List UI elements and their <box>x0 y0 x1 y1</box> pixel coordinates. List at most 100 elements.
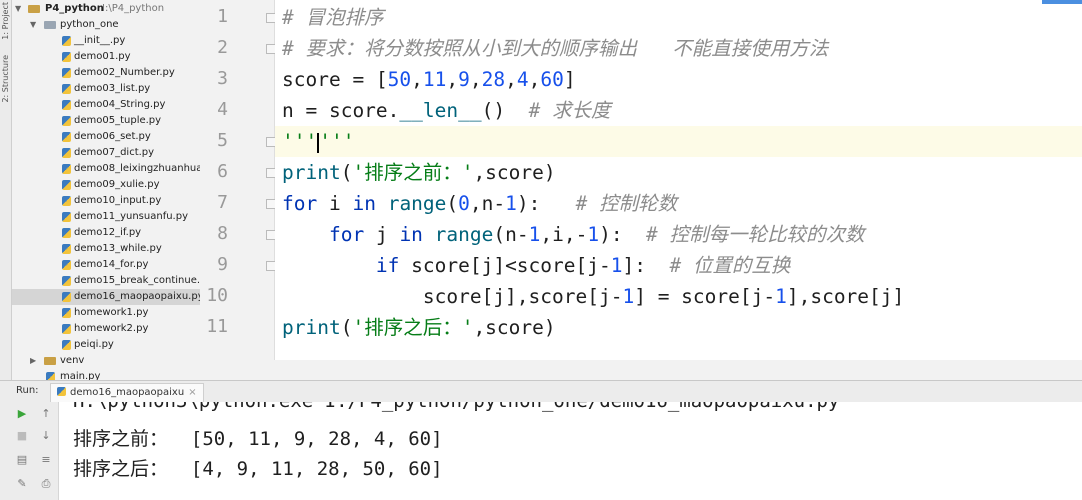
folder-name: python_one <box>60 19 119 30</box>
code-editor[interactable]: # 冒泡排序 # 要求：将分数按照从小到大的顺序输出 不能直接使用方法 score … <box>275 0 1082 360</box>
structure-tool-tab[interactable]: 2: Structure <box>1 55 10 103</box>
tree-file[interactable]: demo02_Number.py <box>12 65 200 81</box>
code-token: ,score) <box>473 161 556 184</box>
tree-file[interactable]: peiqi.py <box>12 337 200 353</box>
wrap-icon[interactable]: ≡ <box>40 454 52 466</box>
python-file-icon <box>62 132 71 142</box>
tree-file[interactable]: homework2.py <box>12 321 200 337</box>
tree-file[interactable]: demo08_leixingzhuanhuan <box>12 161 200 177</box>
python-file-icon <box>62 100 71 110</box>
file-name: homework2.py <box>74 323 149 334</box>
tree-file[interactable]: demo10_input.py <box>12 193 200 209</box>
line-number: 7 <box>217 192 228 213</box>
stop-icon[interactable]: ■ <box>16 430 28 442</box>
code-token: 1 <box>505 192 517 215</box>
code-token: 0 <box>458 192 470 215</box>
code-line[interactable]: for j in range(n-1,i,-1): # 控制每一轮比较的次数 <box>282 219 865 250</box>
code-line[interactable]: for i in range(0,n-1): # 控制轮数 <box>282 188 677 219</box>
run-console[interactable]: H:\python3\python.exe I:/P4_python/pytho… <box>59 402 1082 500</box>
tree-file[interactable]: homework1.py <box>12 305 200 321</box>
python-file-icon <box>62 196 71 206</box>
code-line[interactable]: n = score.__len__() # 求长度 <box>282 95 611 126</box>
code-token: '排序之前：' <box>352 161 474 184</box>
close-icon[interactable]: × <box>188 387 196 398</box>
editor-gutter: 1 2 3 4 5 6 7 8 9 10 11 <box>200 0 276 360</box>
file-name: demo12_if.py <box>74 227 142 238</box>
rerun-icon[interactable]: ▶ <box>16 408 28 420</box>
python-file-icon <box>62 244 71 254</box>
project-tool-tab[interactable]: 1: Project <box>1 2 10 40</box>
file-name: peiqi.py <box>74 339 114 350</box>
python-file-icon <box>62 228 71 238</box>
code-line[interactable]: print('排序之后：',score) <box>282 312 556 343</box>
python-file-icon <box>62 180 71 190</box>
code-token: () <box>481 99 529 122</box>
code-line[interactable]: score[j],score[j-1] = score[j-1],score[j… <box>282 281 904 312</box>
line-number: 8 <box>217 223 228 244</box>
tree-file[interactable]: demo14_for.py <box>12 257 200 273</box>
code-line[interactable]: score = [50,11,9,28,4,60] <box>282 64 576 95</box>
code-token: j <box>364 223 400 246</box>
tree-file[interactable]: demo16_maopaopaixu.py <box>12 289 200 305</box>
line-number: 3 <box>217 68 228 89</box>
tree-folder-python-one[interactable]: ▼ python_one <box>12 17 200 33</box>
python-file-icon <box>62 116 71 126</box>
tree-file[interactable]: demo13_while.py <box>12 241 200 257</box>
tree-file[interactable]: demo11_yunsuanfu.py <box>12 209 200 225</box>
code-token: # 求长度 <box>528 99 611 122</box>
code-token: in <box>352 192 376 215</box>
root-path: I:\P4_python <box>102 3 165 14</box>
code-line[interactable]: # 要求：将分数按照从小到大的顺序输出 不能直接使用方法 <box>282 33 828 64</box>
tree-file[interactable]: demo15_break_continue.py <box>12 273 200 289</box>
code-token: # 要求：将分数按照从小到大的顺序输出 不能直接使用方法 <box>282 37 829 60</box>
chevron-down-icon[interactable]: ▼ <box>15 1 21 17</box>
run-tab[interactable]: demo16_maopaopaixu × <box>50 383 204 402</box>
folder-icon <box>28 5 40 13</box>
code-line[interactable]: if score[j]<score[j-1]: # 位置的互换 <box>282 250 791 281</box>
code-token: ,score) <box>473 316 556 339</box>
code-token: in <box>399 223 423 246</box>
python-file-icon <box>62 148 71 158</box>
tree-file[interactable]: __init__.py <box>12 33 200 49</box>
pin-icon[interactable]: ✎ <box>16 478 28 490</box>
run-tab-label: demo16_maopaopaixu <box>70 387 185 398</box>
down-arrow-icon[interactable]: ↓ <box>40 430 52 442</box>
code-line[interactable]: ''' ''' <box>282 126 354 157</box>
tree-file[interactable]: demo01.py <box>12 49 200 65</box>
tree-file[interactable]: demo06_set.py <box>12 129 200 145</box>
code-line[interactable]: print('排序之前：',score) <box>282 157 556 188</box>
up-arrow-icon[interactable]: ↑ <box>40 408 52 420</box>
line-number: 9 <box>217 254 228 275</box>
console-line: 排序之前： [50, 11, 9, 28, 4, 60] <box>73 428 443 450</box>
tree-file[interactable]: demo07_dict.py <box>12 145 200 161</box>
line-number: 10 <box>206 285 228 306</box>
code-token: , <box>446 68 459 91</box>
tree-file[interactable]: demo03_list.py <box>12 81 200 97</box>
print-icon[interactable]: ⎙ <box>40 478 52 490</box>
code-token: , <box>505 68 517 91</box>
file-name: __init__.py <box>74 35 126 46</box>
chevron-right-icon[interactable]: ▶ <box>30 353 36 369</box>
run-panel-header: Run: demo16_maopaopaixu × <box>0 380 1082 404</box>
chevron-down-icon[interactable]: ▼ <box>30 17 36 33</box>
tree-file[interactable]: demo04_String.py <box>12 97 200 113</box>
tree-root[interactable]: ▼ P4_python I:\P4_python <box>12 1 200 17</box>
code-token: ): <box>599 223 647 246</box>
layout-icon[interactable]: ▤ <box>16 454 28 466</box>
tree-file[interactable]: demo05_tuple.py <box>12 113 200 129</box>
folder-name: venv <box>60 355 85 366</box>
root-name: P4_python <box>45 3 104 14</box>
code-token: ( <box>340 161 353 184</box>
tree-folder-venv[interactable]: ▶ venv <box>12 353 200 369</box>
console-line: 排序之后： [4, 9, 11, 28, 50, 60] <box>73 458 443 480</box>
code-token: ,n- <box>469 192 506 215</box>
tree-file-main[interactable]: main.py <box>12 369 200 380</box>
tree-file[interactable]: demo09_xulie.py <box>12 177 200 193</box>
code-token: 60 <box>540 68 564 91</box>
python-file-icon <box>62 340 71 350</box>
code-line[interactable]: # 冒泡排序 <box>282 2 383 33</box>
tree-file[interactable]: demo12_if.py <box>12 225 200 241</box>
line-number: 6 <box>217 161 228 182</box>
